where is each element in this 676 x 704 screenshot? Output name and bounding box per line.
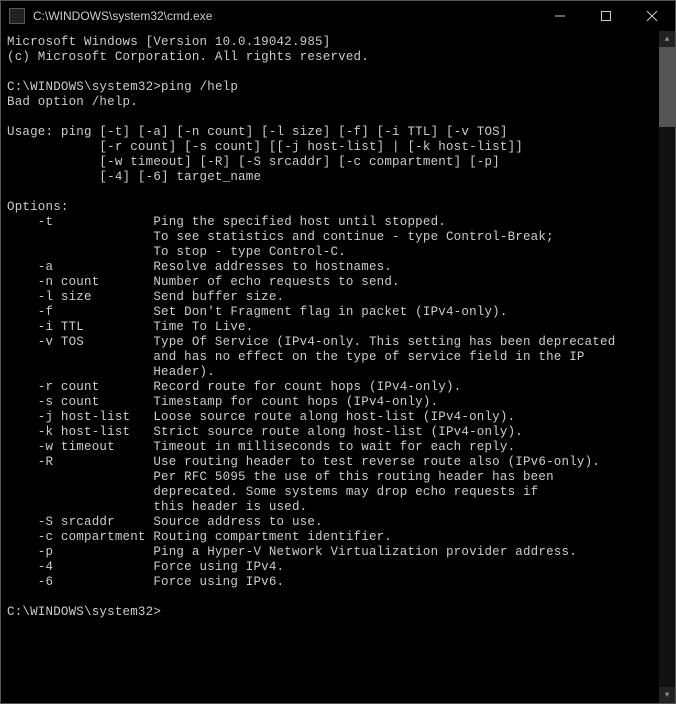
prompt: C:\WINDOWS\system32> (7, 80, 161, 94)
scroll-thumb[interactable] (659, 47, 675, 127)
close-button[interactable] (629, 1, 675, 31)
window-controls (537, 1, 675, 31)
minimize-icon (555, 11, 565, 21)
options-header: Options: (7, 200, 69, 214)
maximize-button[interactable] (583, 1, 629, 31)
cmd-window: C:\WINDOWS\system32\cmd.exe Microsoft Wi… (0, 0, 676, 704)
close-icon (647, 11, 657, 21)
prompt: C:\WINDOWS\system32> (7, 605, 161, 619)
scroll-up-button[interactable]: ▲ (659, 31, 675, 47)
console-area: Microsoft Windows [Version 10.0.19042.98… (1, 31, 675, 703)
error-text: Bad option /help. (7, 95, 138, 109)
usage-text: Usage: ping [-t] [-a] [-n count] [-l siz… (7, 125, 523, 184)
titlebar[interactable]: C:\WINDOWS\system32\cmd.exe (1, 1, 675, 31)
cmd-icon (9, 8, 25, 24)
maximize-icon (601, 11, 611, 21)
command-text: ping /help (161, 80, 238, 94)
window-title: C:\WINDOWS\system32\cmd.exe (33, 9, 537, 23)
minimize-button[interactable] (537, 1, 583, 31)
scroll-down-button[interactable]: ▼ (659, 687, 675, 703)
banner-text: Microsoft Windows [Version 10.0.19042.98… (7, 35, 369, 64)
scrollbar[interactable]: ▲ ▼ (659, 31, 675, 703)
options-text: -t Ping the specified host until stopped… (7, 215, 615, 589)
console-output[interactable]: Microsoft Windows [Version 10.0.19042.98… (1, 31, 659, 703)
